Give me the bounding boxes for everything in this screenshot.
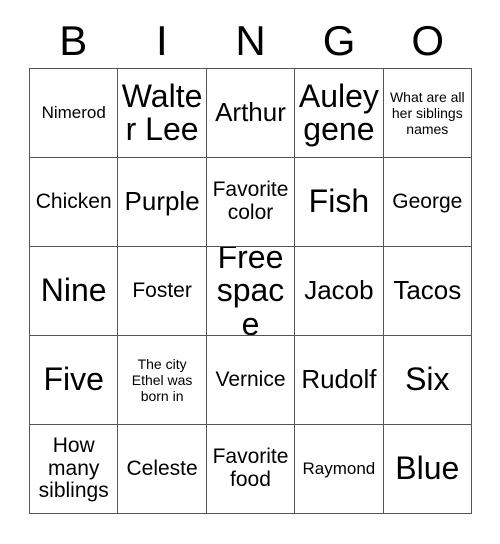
bingo-cell[interactable]: Tacos: [383, 247, 472, 336]
bingo-cell[interactable]: Nimerod: [30, 69, 119, 158]
header-letter-b: B: [59, 17, 88, 64]
bingo-cell-free-space[interactable]: Free space: [206, 247, 296, 336]
bingo-cell[interactable]: George: [383, 158, 472, 247]
header-letter-o: O: [411, 17, 444, 64]
bingo-grid: Nimerod Walter Lee Arthur Auley gene Wha…: [29, 68, 472, 514]
bingo-cell[interactable]: Auley gene: [295, 69, 384, 158]
bingo-card: B I N G O Nimerod Walter Lee Arthur Aule…: [0, 0, 500, 544]
bingo-cell[interactable]: Foster: [118, 247, 207, 336]
bingo-cell[interactable]: Favorite color: [206, 158, 296, 247]
bingo-cell[interactable]: Purple: [118, 158, 207, 247]
bingo-cell[interactable]: Fish: [295, 158, 384, 247]
bingo-cell[interactable]: Five: [30, 336, 119, 425]
header-letter-i: I: [156, 17, 168, 64]
header-letter-n: N: [235, 17, 266, 64]
bingo-cell[interactable]: Blue: [383, 425, 472, 514]
header-letter-g: G: [322, 17, 356, 64]
bingo-cell[interactable]: Six: [383, 336, 472, 425]
bingo-cell[interactable]: What are all her siblings names: [383, 69, 472, 158]
bingo-cell[interactable]: Walter Lee: [118, 69, 207, 158]
bingo-cell[interactable]: Celeste: [118, 425, 207, 514]
bingo-cell[interactable]: Nine: [30, 247, 119, 336]
bingo-cell[interactable]: Raymond: [295, 425, 384, 514]
bingo-cell[interactable]: Jacob: [295, 247, 384, 336]
bingo-header: B I N G O: [29, 14, 472, 68]
bingo-cell[interactable]: Chicken: [30, 158, 119, 247]
bingo-cell[interactable]: Arthur: [206, 69, 296, 158]
bingo-cell[interactable]: Rudolf: [295, 336, 384, 425]
bingo-cell[interactable]: The city Ethel was born in: [118, 336, 207, 425]
bingo-cell[interactable]: How many siblings: [30, 425, 119, 514]
bingo-cell[interactable]: Vernice: [206, 336, 296, 425]
bingo-cell[interactable]: Favorite food: [206, 425, 296, 514]
